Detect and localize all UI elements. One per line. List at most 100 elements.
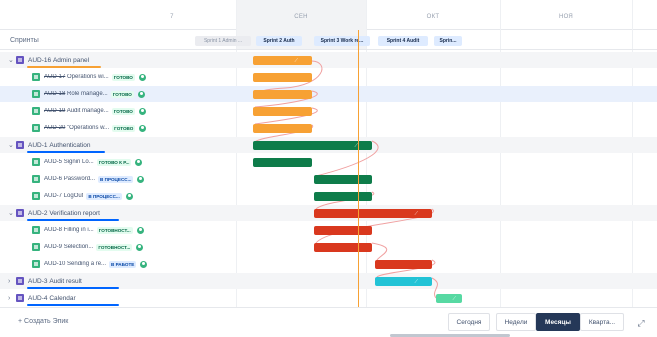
- epic-progress-underline: [27, 151, 105, 153]
- story-label[interactable]: AUD-10 Sending a re...: [44, 261, 106, 267]
- story-label[interactable]: AUD-6 Password...: [44, 176, 95, 182]
- epic-progress-underline: [27, 304, 119, 306]
- status-badge[interactable]: ГОТОВО: [111, 73, 135, 81]
- status-badge[interactable]: ГОТОВНОСТ...: [96, 226, 133, 234]
- today-marker: [358, 30, 359, 307]
- status-badge[interactable]: ГОТОВО: [110, 90, 134, 98]
- timeline-bar-authentication[interactable]: ⟋: [253, 141, 372, 150]
- timeline-bar-story[interactable]: [253, 90, 312, 99]
- story-label[interactable]: AUD-20 "Operations w...: [44, 125, 109, 131]
- status-badge[interactable]: ГОТОВО: [112, 124, 136, 132]
- today-button[interactable]: Сегодня: [448, 313, 490, 331]
- epic-icon: [16, 141, 24, 149]
- chevron-down-icon[interactable]: ⌄: [8, 141, 16, 149]
- epic-icon: [16, 294, 24, 302]
- story-row[interactable]: AUD-18 Role manage... ГОТОВО: [0, 86, 657, 102]
- story-row[interactable]: AUD-5 Signin Lo... ГОТОВО К Р...: [0, 154, 657, 170]
- story-label[interactable]: AUD-19 Audit manage...: [44, 108, 109, 114]
- story-label[interactable]: AUD-9 Selection...: [44, 244, 93, 250]
- status-badge[interactable]: В ПРОЦЕСС...: [86, 192, 122, 200]
- story-icon: [32, 226, 40, 234]
- sprint-chip[interactable]: Sprint 2 Auth: [256, 36, 302, 46]
- avatar[interactable]: [135, 158, 143, 166]
- timeline-bar-audit-result[interactable]: ⟋: [375, 277, 432, 286]
- avatar[interactable]: [140, 260, 148, 268]
- epic-label[interactable]: AUD-16 Admin panel: [28, 57, 89, 64]
- create-epic-button[interactable]: + Создать Эпик: [18, 318, 68, 325]
- status-badge[interactable]: В РАБОТЕ: [109, 260, 137, 268]
- weeks-view-button[interactable]: Недели: [496, 313, 536, 331]
- story-label[interactable]: AUD-8 Filling in i...: [44, 227, 94, 233]
- avatar[interactable]: [139, 124, 147, 132]
- status-badge[interactable]: ГОТОВО: [111, 107, 135, 115]
- timeline-bar-admin-panel[interactable]: ⟋: [253, 56, 312, 65]
- timeline-bar-story[interactable]: [314, 175, 372, 184]
- chevron-down-icon[interactable]: ⌄: [8, 209, 16, 217]
- chevron-right-icon[interactable]: ›: [8, 278, 16, 285]
- status-badge[interactable]: ГОТОВНОСТ...: [96, 243, 133, 251]
- avatar[interactable]: [138, 107, 146, 115]
- epic-label[interactable]: AUD-1 Authentication: [28, 142, 91, 149]
- avatar[interactable]: [137, 175, 145, 183]
- expand-icon[interactable]: ⤢: [634, 316, 648, 330]
- link-icon: ⟋: [414, 279, 418, 285]
- story-row[interactable]: AUD-17 Operations wi... ГОТОВО: [0, 69, 657, 85]
- avatar[interactable]: [125, 192, 133, 200]
- epic-progress-underline: [27, 66, 101, 68]
- month-label-oct: ОКТ: [426, 14, 440, 20]
- story-row[interactable]: AUD-19 Audit manage... ГОТОВО: [0, 103, 657, 119]
- avatar[interactable]: [136, 226, 144, 234]
- timeline-bar-story[interactable]: [375, 260, 432, 269]
- epic-row[interactable]: › AUD-4 Calendar: [0, 290, 657, 306]
- story-row[interactable]: AUD-10 Sending a re... В РАБОТЕ: [0, 256, 657, 272]
- timeline-bar-verification-report[interactable]: ⟋: [314, 209, 432, 218]
- story-icon: [32, 73, 40, 81]
- story-label[interactable]: AUD-18 Role manage...: [44, 91, 108, 97]
- month-label-nov: НОЯ: [558, 14, 574, 20]
- timeline-bar-story[interactable]: [314, 243, 372, 252]
- chevron-right-icon[interactable]: ›: [8, 295, 16, 302]
- epic-label[interactable]: AUD-3 Audit result: [28, 278, 82, 285]
- epic-row[interactable]: › AUD-3 Audit result: [0, 273, 657, 289]
- sprint-chip[interactable]: Sprint 4 Audit: [378, 36, 428, 46]
- timeline-bar-story[interactable]: [253, 158, 312, 167]
- timeline-bar-calendar[interactable]: ⟋: [436, 294, 462, 303]
- link-icon: ⟋: [452, 296, 456, 302]
- story-row[interactable]: AUD-20 "Operations w... ГОТОВО: [0, 120, 657, 136]
- epic-row[interactable]: ⌄ AUD-16 Admin panel: [0, 52, 657, 68]
- timeline-header: 7 СЕН ОКТ НОЯ: [0, 0, 657, 50]
- avatar[interactable]: [138, 73, 146, 81]
- epic-label[interactable]: AUD-2 Verification report: [28, 210, 100, 217]
- timeline-bar-story[interactable]: [253, 73, 312, 82]
- quarters-view-button[interactable]: Кварта...: [580, 313, 624, 331]
- link-icon: ⟋: [294, 58, 298, 64]
- sprint-chip[interactable]: Sprin...: [434, 36, 462, 46]
- month-label-partial: 7: [170, 14, 174, 20]
- avatar[interactable]: [136, 243, 144, 251]
- month-label-sep: СЕН: [294, 14, 308, 20]
- epic-progress-underline: [27, 219, 119, 221]
- sprint-chip[interactable]: Sprint 3 Work re...: [314, 36, 370, 46]
- timeline-bar-story[interactable]: [253, 124, 312, 133]
- timeline-bar-story[interactable]: [314, 192, 372, 201]
- avatar[interactable]: [137, 90, 145, 98]
- timeline-bar-story[interactable]: [314, 226, 372, 235]
- story-icon: [32, 158, 40, 166]
- story-label[interactable]: AUD-5 Signin Lo...: [44, 159, 94, 165]
- footer: + Создать Эпик Сегодня Недели Месяцы Ква…: [0, 307, 657, 337]
- timeline-bar-story[interactable]: [253, 107, 312, 116]
- epic-label[interactable]: AUD-4 Calendar: [28, 295, 76, 302]
- story-icon: [32, 192, 40, 200]
- story-icon: [32, 243, 40, 251]
- months-view-button[interactable]: Месяцы: [536, 313, 580, 331]
- story-label[interactable]: AUD-7 LogOut: [44, 193, 83, 199]
- story-icon: [32, 107, 40, 115]
- story-icon: [32, 260, 40, 268]
- epic-progress-underline: [27, 287, 119, 289]
- status-badge[interactable]: В ПРОЦЕСС...: [98, 175, 134, 183]
- story-icon: [32, 90, 40, 98]
- status-badge[interactable]: ГОТОВО К Р...: [96, 158, 132, 166]
- chevron-down-icon[interactable]: ⌄: [8, 56, 16, 64]
- story-label[interactable]: AUD-17 Operations wi...: [44, 74, 109, 80]
- sprint-chip[interactable]: Sprint 1 Admin ...: [195, 36, 251, 46]
